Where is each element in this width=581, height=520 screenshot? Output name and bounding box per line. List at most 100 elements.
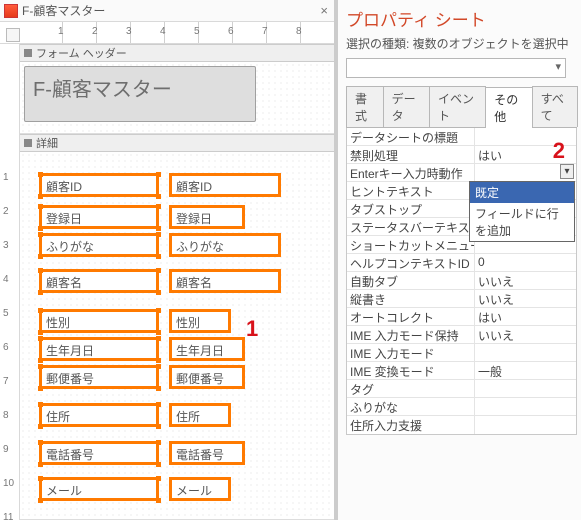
property-value[interactable]: 一般 [475,362,576,379]
property-value[interactable] [475,416,576,434]
property-tab-4[interactable]: すべて [532,86,578,127]
field-row-3: 顧客名顧客名 [40,270,314,294]
property-value[interactable]: ▾既定フィールドに行を追加 [475,164,576,181]
field-control[interactable]: ふりがな [170,234,280,256]
property-name: 縦書き [347,290,475,307]
property-dropdown-item[interactable]: フィールドに行を追加 [470,203,574,241]
property-name: ふりがな [347,398,475,415]
section-bar-label: フォーム ヘッダー [36,45,127,61]
property-value[interactable]: 0 [475,254,576,271]
property-row: 自動タブいいえ [347,272,576,290]
form-designer-pane: F-顧客マスター × 12345678 1234567891011 フォーム ヘ… [0,0,338,520]
field-label[interactable]: 生年月日 [40,338,158,360]
property-row: 禁則処理はい [347,146,576,164]
field-row-6: 郵便番号郵便番号 [40,366,314,390]
field-row-1: 登録日登録日 [40,206,314,230]
property-name: 住所入力支援 [347,416,475,434]
property-name: ショートカットメニューバー [347,236,475,253]
field-control[interactable]: 生年月日 [170,338,244,360]
property-row: 縦書きいいえ [347,290,576,308]
selected-object-dropdown[interactable] [346,58,566,78]
property-name: タブストップ [347,200,475,217]
property-value[interactable]: いいえ [475,290,576,307]
property-name: 禁則処理 [347,146,475,163]
property-grid: データシートの標題禁則処理はいEnterキー入力時動作▾既定フィールドに行を追加… [346,128,577,435]
field-row-2: ふりがなふりがな [40,234,314,258]
property-row: タグ [347,380,576,398]
field-label[interactable]: 性別 [40,310,158,332]
selection-type-label: 選択の種類: 複数のオブジェクトを選択中 [346,35,577,52]
section-bar-form-header[interactable]: フォーム ヘッダー [20,44,334,62]
field-label[interactable]: 顧客ID [40,174,158,196]
property-name: IME 入力モード [347,344,475,361]
property-name: Enterキー入力時動作 [347,164,475,181]
field-label[interactable]: 顧客名 [40,270,158,292]
property-row: ヘルプコンテキストID0 [347,254,576,272]
property-tab-2[interactable]: イベント [429,86,486,127]
field-control[interactable]: 顧客ID [170,174,280,196]
property-value[interactable]: いいえ [475,326,576,343]
property-tab-0[interactable]: 書式 [346,86,384,127]
field-control[interactable]: 郵便番号 [170,366,244,388]
property-value[interactable]: いいえ [475,272,576,289]
property-name: IME 変換モード [347,362,475,379]
canvas-form-header[interactable]: F-顧客マスター [20,62,334,134]
field-control[interactable]: 住所 [170,404,230,426]
field-control[interactable]: 登録日 [170,206,244,228]
property-tab-bar: 書式データイベントその他すべて [346,86,577,128]
property-dropdown-list: 既定フィールドに行を追加 [469,181,575,242]
property-value[interactable] [475,344,576,361]
property-name: オートコレクト [347,308,475,325]
property-row: オートコレクトはい [347,308,576,326]
field-label[interactable]: 電話番号 [40,442,158,464]
field-row-7: 住所住所 [40,404,314,428]
horizontal-ruler: 12345678 [0,22,334,44]
field-control[interactable]: 顧客名 [170,270,280,292]
field-label[interactable]: ふりがな [40,234,158,256]
section-bar-detail[interactable]: 詳細 [20,134,334,152]
field-row-4: 性別性別 [40,310,314,334]
field-control[interactable]: メール [170,478,230,500]
vertical-ruler: 1234567891011 [0,44,20,520]
field-control[interactable]: 性別 [170,310,230,332]
property-row: ふりがな [347,398,576,416]
property-sheet-pane: プロパティ シート 選択の種類: 複数のオブジェクトを選択中 書式データイベント… [338,0,581,520]
form-title-label[interactable]: F-顧客マスター [24,66,256,122]
property-name: 自動タブ [347,272,475,289]
field-control[interactable]: 電話番号 [170,442,244,464]
field-label[interactable]: 郵便番号 [40,366,158,388]
property-row: データシートの標題 [347,128,576,146]
designer-tab-header: F-顧客マスター × [0,0,334,22]
property-value[interactable]: はい [475,308,576,325]
canvas-detail[interactable]: 顧客ID顧客ID登録日登録日ふりがなふりがな顧客名顧客名性別性別生年月日生年月日… [20,152,334,520]
property-name: データシートの標題 [347,128,475,145]
property-name: IME 入力モード保持 [347,326,475,343]
property-value[interactable] [475,398,576,415]
property-value[interactable] [475,380,576,397]
property-tab-1[interactable]: データ [383,86,430,127]
property-name: ステータスバーテキスト [347,218,475,235]
property-row: Enterキー入力時動作▾既定フィールドに行を追加 [347,164,576,182]
field-label[interactable]: 住所 [40,404,158,426]
designer-tab-title: F-顧客マスター [22,2,105,19]
property-name: ヒントテキスト [347,182,475,199]
annotation-callout-2: 2 [553,138,565,164]
field-row-9: メールメール [40,478,314,502]
property-sheet-title: プロパティ シート [346,6,577,31]
annotation-callout-1: 1 [246,316,258,342]
property-dropdown-item[interactable]: 既定 [470,182,574,203]
field-label[interactable]: 登録日 [40,206,158,228]
field-label[interactable]: メール [40,478,158,500]
field-row-5: 生年月日生年月日 [40,338,314,362]
property-name: ヘルプコンテキストID [347,254,475,271]
property-row: IME 変換モード一般 [347,362,576,380]
property-dropdown-button[interactable]: ▾ [560,164,574,179]
field-row-0: 顧客ID 顧客ID [40,174,314,198]
form-object-icon [4,4,18,18]
property-row: 住所入力支援 [347,416,576,434]
property-row: IME 入力モード保持いいえ [347,326,576,344]
property-tab-3[interactable]: その他 [485,87,532,128]
field-row-8: 電話番号電話番号 [40,442,314,466]
designer-tab-close[interactable]: × [320,3,328,18]
property-row: IME 入力モード [347,344,576,362]
